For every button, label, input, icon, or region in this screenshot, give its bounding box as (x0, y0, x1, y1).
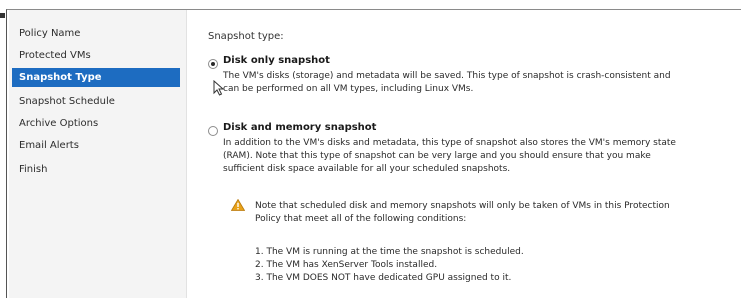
condition-item: 2. The VM has XenServer Tools installed. (255, 260, 438, 270)
disk-memory-label[interactable]: Disk and memory snapshot (223, 122, 376, 133)
sidebar-item-snapshot-type[interactable]: Snapshot Type (12, 68, 180, 87)
sidebar-item-policy-name[interactable]: Policy Name (12, 24, 180, 43)
disk-only-description-line1: The VM's disks (storage) and metadata wi… (223, 71, 671, 81)
sidebar-item-protected-vms[interactable]: Protected VMs (12, 46, 180, 65)
disk-only-description-line2: can be performed on all VM types, includ… (223, 84, 474, 94)
disk-only-label[interactable]: Disk only snapshot (223, 55, 330, 66)
wizard-sidebar: Policy Name Protected VMs Snapshot Type … (9, 10, 187, 298)
disk-only-radio[interactable] (208, 59, 218, 69)
condition-item: 3. The VM DOES NOT have dedicated GPU as… (255, 273, 512, 283)
disk-memory-description-line2: (RAM). Note that this type of snapshot c… (223, 151, 651, 161)
warning-text-line2: Policy that meet all of the following co… (255, 214, 467, 224)
disk-memory-radio[interactable] (208, 126, 218, 136)
sidebar-item-archive-options[interactable]: Archive Options (12, 114, 180, 133)
warning-triangle-icon (231, 199, 245, 211)
warning-text-line1: Note that scheduled disk and memory snap… (255, 201, 670, 211)
disk-memory-description-line3: sufficient disk space available for all … (223, 164, 511, 174)
window-corner-marker (0, 13, 5, 18)
wizard-content: Snapshot type: Disk only snapshot The VM… (188, 10, 741, 298)
snapshot-type-heading: Snapshot type: (208, 31, 284, 42)
mouse-pointer-icon (213, 80, 225, 96)
sidebar-item-finish[interactable]: Finish (12, 160, 180, 179)
sidebar-item-snapshot-schedule[interactable]: Snapshot Schedule (12, 92, 180, 111)
sidebar-item-email-alerts[interactable]: Email Alerts (12, 136, 180, 155)
disk-memory-description-line1: In addition to the VM's disks and metada… (223, 138, 676, 148)
condition-item: 1. The VM is running at the time the sna… (255, 247, 524, 257)
